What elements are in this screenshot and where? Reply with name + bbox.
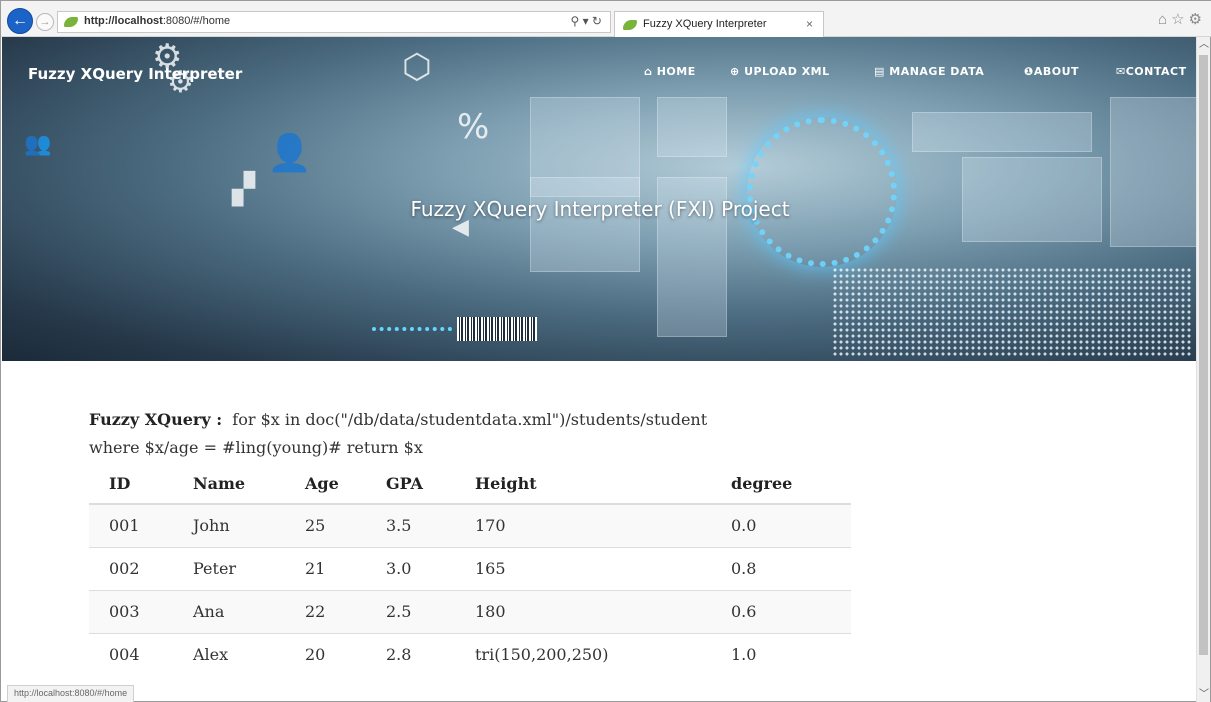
cell-degree: 0.6: [711, 589, 851, 633]
site-brand[interactable]: Fuzzy XQuery Interpreter: [28, 65, 242, 83]
column-header-name: Name: [173, 464, 285, 505]
barcode-icon: [457, 317, 537, 341]
cell-gpa: 3.5: [366, 503, 455, 547]
forward-arrow-icon[interactable]: →: [36, 13, 54, 31]
tab-favicon-icon: [623, 20, 637, 30]
hero-headline: Fuzzy XQuery Interpreter (FXI) Project: [410, 197, 790, 221]
nav-upload-xml-label: UPLOAD XML: [744, 65, 830, 78]
hero-glow-ring: [747, 117, 897, 267]
tab-close-icon[interactable]: ×: [806, 17, 813, 31]
info-icon: ❶: [1024, 65, 1034, 78]
cell-height: 165: [455, 546, 711, 590]
cell-id: 004: [89, 632, 173, 676]
cell-name: Ana: [173, 589, 285, 633]
nav-home[interactable]: ⌂ HOME: [644, 65, 696, 78]
cell-degree: 1.0: [711, 632, 851, 676]
table-row: 002 Peter 21 3.0 165 0.8: [89, 546, 851, 590]
cell-height: 180: [455, 589, 711, 633]
query-line-1: for $x in doc("/db/data/studentdata.xml"…: [232, 410, 708, 429]
query-label: Fuzzy XQuery :: [89, 410, 223, 429]
nav-manage-data[interactable]: ▤ MANAGE DATA: [874, 65, 984, 78]
fuzzy-xquery-text: Fuzzy XQuery : for $x in doc("/db/data/s…: [89, 406, 851, 462]
scroll-down-icon[interactable]: ﹀: [1197, 687, 1211, 702]
hero-panel-decoration: [912, 112, 1092, 152]
nav-contact-label: CONTACT: [1125, 65, 1187, 78]
hero-banner: ⚙ ⚙ 👥 👤 ▞ % ◀ ⬡ Fuzzy XQuery Interpreter…: [2, 37, 1198, 361]
column-header-age: Age: [285, 464, 366, 505]
home-icon: ⌂: [644, 65, 653, 78]
column-header-gpa: GPA: [366, 464, 455, 505]
percent-decoration-icon: %: [457, 107, 490, 147]
status-bar-url: http://localhost:8080/#/home: [7, 685, 135, 702]
cell-name: Peter: [173, 546, 285, 590]
browser-tab[interactable]: Fuzzy XQuery Interpreter ×: [614, 11, 824, 37]
browser-actions: ⌂☆⚙: [1158, 10, 1206, 28]
cell-height: 170: [455, 503, 711, 547]
scrollbar-thumb[interactable]: [1199, 55, 1208, 655]
cell-name: Alex: [173, 632, 285, 676]
cell-age: 25: [285, 503, 366, 547]
nav-home-label: HOME: [656, 65, 696, 78]
home-browser-icon[interactable]: ⌂: [1158, 11, 1171, 28]
cell-id: 003: [89, 589, 173, 633]
scroll-up-icon[interactable]: ︿: [1197, 37, 1211, 53]
nav-contact[interactable]: ✉CONTACT: [1116, 65, 1187, 78]
cell-gpa: 2.8: [366, 632, 455, 676]
cell-age: 20: [285, 632, 366, 676]
cell-gpa: 2.5: [366, 589, 455, 633]
hero-panel-decoration: [1110, 97, 1198, 247]
vertical-scrollbar[interactable]: ︿ ﹀: [1196, 37, 1210, 702]
cell-degree: 0.8: [711, 546, 851, 590]
tab-title: Fuzzy XQuery Interpreter: [643, 18, 767, 30]
query-line-2: where $x/age = #ling(young)# return $x: [89, 438, 423, 457]
cell-gpa: 3.0: [366, 546, 455, 590]
cell-id: 002: [89, 546, 173, 590]
nav-manage-data-label: MANAGE DATA: [889, 65, 985, 78]
world-map-decoration: [832, 267, 1192, 357]
cell-degree: 0.0: [711, 503, 851, 547]
hero-dotted-line: [372, 327, 452, 333]
table-row: 004 Alex 20 2.8 tri(150,200,250) 1.0: [89, 632, 851, 676]
site-favicon-icon: [64, 17, 78, 27]
envelope-icon: ✉: [1116, 65, 1126, 78]
cell-name: John: [173, 503, 285, 547]
browser-toolbar: ← → http://localhost:8080/#/home ⚲ ▾ ↻ F…: [1, 1, 1211, 37]
nav-about-label: ABOUT: [1033, 65, 1080, 78]
column-header-degree: degree: [711, 464, 851, 505]
results-table: ID Name Age GPA Height degree 001 John 2…: [89, 464, 851, 676]
search-refresh-icons[interactable]: ⚲ ▾ ↻: [570, 14, 602, 28]
nav-about[interactable]: ❶ABOUT: [1024, 65, 1079, 78]
query-result-section: Fuzzy XQuery : for $x in doc("/db/data/s…: [89, 406, 851, 676]
cell-id: 001: [89, 503, 173, 547]
nav-upload-xml[interactable]: ⊕ UPLOAD XML: [730, 65, 830, 78]
column-header-id: ID: [89, 464, 173, 505]
browser-window: ← → http://localhost:8080/#/home ⚲ ▾ ↻ F…: [0, 0, 1211, 702]
hexagon-decoration-icon: ⬡: [402, 47, 432, 87]
address-url[interactable]: http://localhost:8080/#/home: [84, 15, 230, 27]
list-icon: ▤: [874, 65, 885, 78]
hero-panel-decoration: [530, 177, 640, 272]
cell-age: 21: [285, 546, 366, 590]
address-bar[interactable]: http://localhost:8080/#/home ⚲ ▾ ↻: [57, 11, 611, 33]
favorites-star-icon[interactable]: ☆: [1171, 11, 1188, 28]
settings-gear-icon[interactable]: ⚙: [1189, 11, 1206, 28]
table-row: 001 John 25 3.5 170 0.0: [89, 503, 851, 547]
cell-age: 22: [285, 589, 366, 633]
back-arrow-icon[interactable]: ←: [7, 8, 33, 34]
cell-height: tri(150,200,250): [455, 632, 711, 676]
table-row: 003 Ana 22 2.5 180 0.6: [89, 589, 851, 633]
people-decoration-icon: 👥: [24, 132, 52, 157]
table-header-row: ID Name Age GPA Height degree: [89, 464, 851, 505]
upload-icon: ⊕: [730, 65, 740, 78]
column-header-height: Height: [455, 464, 711, 505]
hero-panel-decoration: [657, 97, 727, 157]
person-silhouette-icon: 👤: [267, 133, 312, 174]
